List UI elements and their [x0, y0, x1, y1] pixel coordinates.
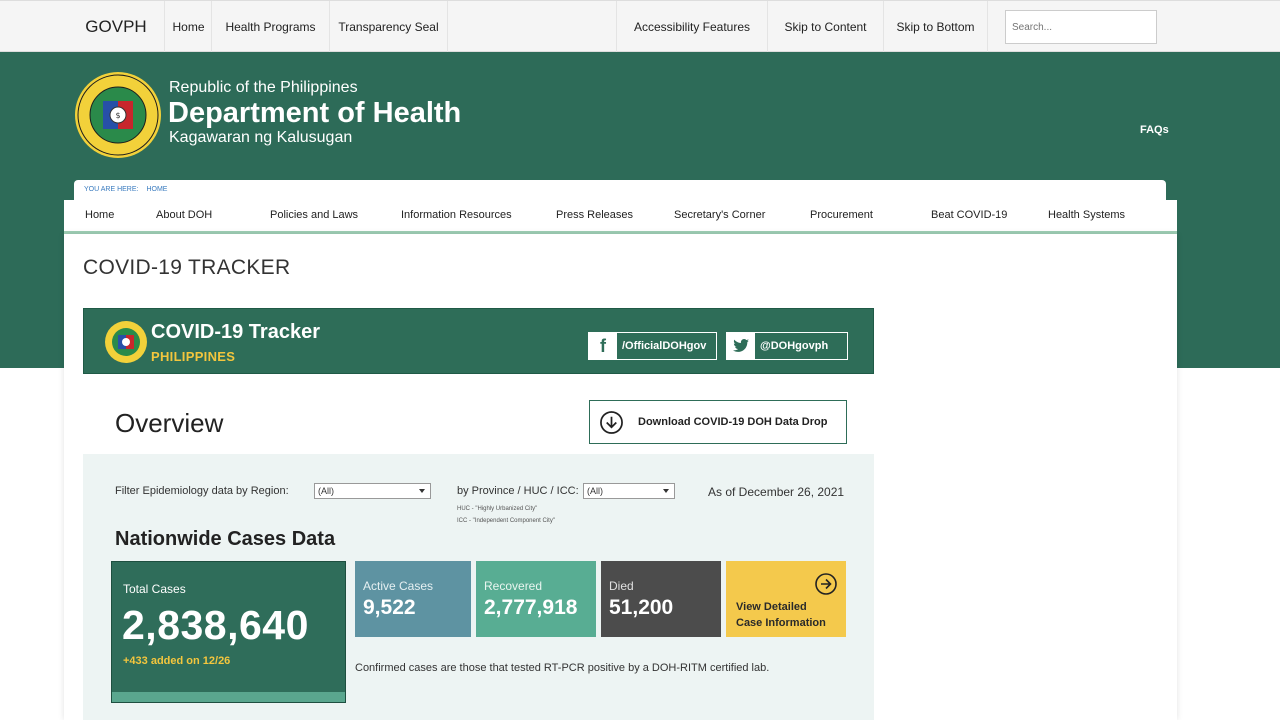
nav-item-procurement[interactable]: Procurement: [810, 200, 873, 231]
facebook-button[interactable]: f /OfficialDOHgov: [588, 332, 717, 360]
died-value: 51,200: [609, 596, 674, 619]
breadcrumb-label: YOU ARE HERE:: [84, 186, 139, 193]
topbar-skip-content-link[interactable]: Skip to Content: [768, 1, 884, 53]
region-select-value: (All): [318, 486, 334, 496]
huc-note: HUC - "Highly Urbanized City": [457, 506, 538, 512]
nav-item-secretarys-corner[interactable]: Secretary's Corner: [674, 200, 765, 231]
download-data-drop-button[interactable]: Download COVID-19 DOH Data Drop: [589, 400, 847, 444]
tracker-title: COVID-19 Tracker: [151, 321, 320, 343]
breadcrumb-home-link[interactable]: HOME: [146, 186, 167, 193]
confirmed-cases-note: Confirmed cases are those that tested RT…: [355, 662, 770, 674]
doh-seal-small-logo: [105, 321, 147, 363]
org-line-republic: Republic of the Philippines: [169, 79, 358, 96]
twitter-handle: @DOHgovph: [760, 340, 829, 352]
org-line-department: Department of Health: [168, 97, 462, 129]
recovered-card: Recovered 2,777,918: [476, 561, 596, 637]
nav-item-health-systems[interactable]: Health Systems: [1048, 200, 1125, 231]
topbar-home-link[interactable]: Home: [166, 1, 212, 53]
download-data-drop-label: Download COVID-19 DOH Data Drop: [638, 416, 828, 428]
nav-item-home[interactable]: Home: [85, 200, 114, 231]
chevron-down-icon: [663, 489, 669, 493]
view-detailed-label: View Detailed Case Information: [736, 599, 836, 631]
nav-item-press-releases[interactable]: Press Releases: [556, 200, 633, 231]
topbar-transparency-seal-link[interactable]: Transparency Seal: [330, 1, 448, 53]
svg-text:$: $: [115, 111, 120, 120]
topbar-accessibility-link[interactable]: Accessibility Features: [616, 1, 768, 53]
twitter-button[interactable]: @DOHgovph: [726, 332, 848, 360]
view-detailed-line1: View Detailed: [736, 601, 807, 613]
active-cases-card: Active Cases 9,522: [355, 561, 471, 637]
nav-item-about-doh[interactable]: About DOH: [156, 200, 212, 231]
topbar-health-programs-link[interactable]: Health Programs: [212, 1, 330, 53]
doh-seal-logo[interactable]: $: [74, 71, 162, 159]
province-filter-label: by Province / HUC / ICC:: [457, 485, 579, 497]
download-arrow-icon: [600, 411, 623, 434]
twitter-icon: [727, 333, 755, 359]
facebook-handle: /OfficialDOHgov: [622, 340, 707, 352]
breadcrumb: YOU ARE HERE: HOME: [74, 180, 1166, 200]
overview-heading: Overview: [115, 408, 224, 438]
total-cases-added: +433 added on 12/26: [123, 655, 231, 667]
died-card: Died 51,200: [601, 561, 721, 637]
province-select[interactable]: (All): [583, 483, 675, 499]
total-cases-label: Total Cases: [123, 582, 186, 596]
search-input[interactable]: [1005, 10, 1157, 44]
govph-brand-link[interactable]: GOVPH: [68, 1, 165, 53]
active-cases-label: Active Cases: [363, 579, 434, 593]
recovered-value: 2,777,918: [484, 596, 578, 619]
tracker-subtitle: PHILIPPINES: [151, 349, 236, 364]
active-cases-value: 9,522: [363, 596, 416, 619]
icc-note: ICC - "Independent Component City": [457, 518, 555, 524]
view-detailed-line2: Case Information: [736, 617, 826, 629]
view-detailed-case-button[interactable]: View Detailed Case Information: [726, 561, 846, 637]
nav-item-information-resources[interactable]: Information Resources: [401, 200, 512, 231]
org-line-kagawaran: Kagawaran ng Kalusugan: [169, 129, 353, 146]
chevron-down-icon: [419, 489, 425, 493]
as-of-date: As of December 26, 2021: [708, 485, 845, 499]
nav-item-beat-covid[interactable]: Beat COVID-19: [931, 200, 1007, 231]
arrow-right-circle-icon: [815, 573, 837, 595]
faqs-link[interactable]: FAQs: [1140, 124, 1169, 136]
died-label: Died: [609, 579, 634, 593]
facebook-icon: f: [589, 333, 617, 359]
region-filter-label: Filter Epidemiology data by Region:: [115, 485, 289, 497]
total-cases-value: 2,838,640: [122, 602, 309, 648]
recovered-label: Recovered: [484, 579, 543, 593]
total-cases-card: Total Cases 2,838,640 +433 added on 12/2…: [111, 561, 346, 703]
page-title: COVID-19 TRACKER: [83, 256, 291, 279]
govph-topbar: GOVPH Home Health Programs Transparency …: [0, 0, 1280, 53]
nationwide-cases-heading: Nationwide Cases Data: [115, 528, 336, 550]
main-nav: Home About DOH Policies and Laws Informa…: [64, 200, 1177, 234]
province-select-value: (All): [587, 486, 603, 496]
total-cases-bar: [112, 692, 345, 702]
nav-item-policies-laws[interactable]: Policies and Laws: [270, 200, 358, 231]
topbar-skip-bottom-link[interactable]: Skip to Bottom: [884, 1, 988, 53]
region-select[interactable]: (All): [314, 483, 431, 499]
